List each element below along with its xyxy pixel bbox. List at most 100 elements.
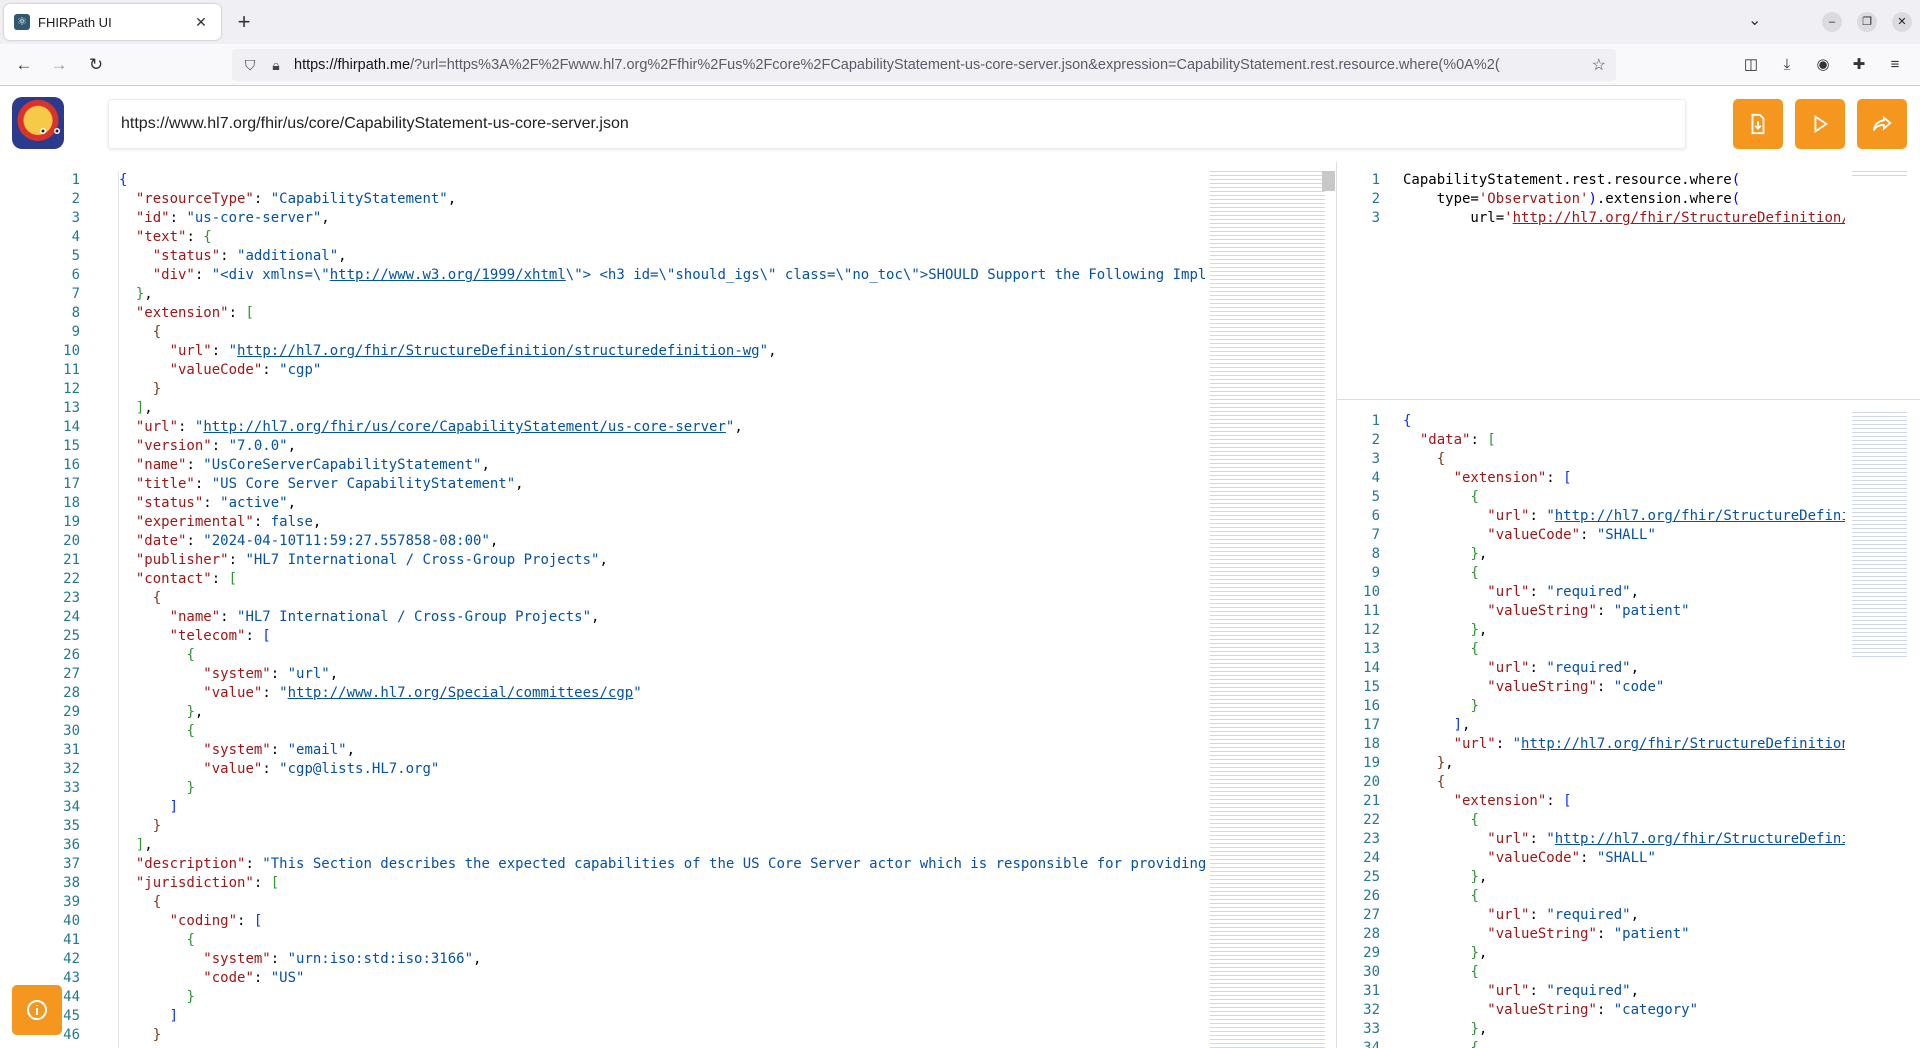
reload-icon[interactable]: ↻: [84, 53, 108, 77]
code-link[interactable]: http://www.hl7.org/Special/committees/cg…: [288, 685, 634, 701]
code-line[interactable]: 20 "date": "2024-04-10T11:59:27.557858-0…: [40, 532, 1212, 551]
code-line[interactable]: 14 "url": "http://hl7.org/fhir/us/core/C…: [40, 418, 1212, 437]
new-tab-icon[interactable]: +: [232, 10, 256, 34]
code-line[interactable]: 32 "valueString": "category": [1340, 1001, 1845, 1020]
download-button[interactable]: [1733, 99, 1783, 149]
code-line[interactable]: 10 "url": "required",: [1340, 583, 1845, 602]
code-line[interactable]: 9 {: [40, 323, 1212, 342]
code-line[interactable]: 26 {: [1340, 887, 1845, 906]
code-line[interactable]: 12 }: [40, 380, 1212, 399]
result-minimap[interactable]: [1852, 412, 1907, 657]
code-line[interactable]: 23 "url": "http://hl7.org/fhir/Structure…: [1340, 830, 1845, 849]
code-link[interactable]: http://hl7.org/fhir/StructureDefini: [1555, 831, 1845, 847]
code-line[interactable]: 24 "name": "HL7 International / Cross-Gr…: [40, 608, 1212, 627]
code-line[interactable]: 29 },: [40, 703, 1212, 722]
code-line[interactable]: 39 {: [40, 893, 1212, 912]
code-line[interactable]: 15 "version": "7.0.0",: [40, 437, 1212, 456]
code-line[interactable]: 26 {: [40, 646, 1212, 665]
code-line[interactable]: 19 "experimental": false,: [40, 513, 1212, 532]
code-line[interactable]: 1 CapabilityStatement.rest.resource.where…: [1340, 171, 1845, 190]
code-line[interactable]: 44 }: [40, 988, 1212, 1007]
code-line[interactable]: 8 "extension": [: [40, 304, 1212, 323]
close-window-icon[interactable]: ✕: [1892, 12, 1912, 32]
expression-minimap[interactable]: [1852, 171, 1907, 179]
browser-tab[interactable]: ⚛ FHIRPath UI ✕: [4, 4, 221, 40]
code-line[interactable]: 3 "id": "us-core-server",: [40, 209, 1212, 228]
code-line[interactable]: 16 }: [1340, 697, 1845, 716]
result-json-editor[interactable]: 1{2 "data": [3 {4 "extension": [5 {6 "ur…: [1340, 412, 1845, 1048]
code-line[interactable]: 3 {: [1340, 450, 1845, 469]
code-line[interactable]: 12 },: [1340, 621, 1845, 640]
code-line[interactable]: 6 "div": "<div xmlns=\"http://www.w3.org…: [40, 266, 1212, 285]
code-line[interactable]: 43 "code": "US": [40, 969, 1212, 988]
code-line[interactable]: 28 "value": "http://www.hl7.org/Special/…: [40, 684, 1212, 703]
resource-json-editor[interactable]: 1{2 "resourceType": "CapabilityStatement…: [40, 171, 1212, 1048]
code-line[interactable]: 40 "coding": [: [40, 912, 1212, 931]
code-line[interactable]: 32 "value": "cgp@lists.HL7.org": [40, 760, 1212, 779]
code-line[interactable]: 17 ],: [1340, 716, 1845, 735]
code-line[interactable]: 11 "valueString": "patient": [1340, 602, 1845, 621]
back-icon[interactable]: ←: [12, 53, 36, 77]
share-button[interactable]: [1857, 99, 1907, 149]
code-line[interactable]: 18 "url": "http://hl7.org/fhir/Structure…: [1340, 735, 1845, 754]
run-button[interactable]: [1795, 99, 1845, 149]
code-line[interactable]: 35 }: [40, 817, 1212, 836]
code-line[interactable]: 4 "extension": [: [1340, 469, 1845, 488]
code-line[interactable]: 34 ]: [40, 798, 1212, 817]
code-line[interactable]: 8 },: [1340, 545, 1845, 564]
panel-divider-vertical[interactable]: [1336, 162, 1337, 1048]
code-line[interactable]: 13 ],: [40, 399, 1212, 418]
bookmark-star-icon[interactable]: ☆: [1592, 55, 1606, 75]
code-line[interactable]: 27 "system": "url",: [40, 665, 1212, 684]
menu-icon[interactable]: ≡: [1884, 54, 1906, 76]
code-line[interactable]: 22 "contact": [: [40, 570, 1212, 589]
code-link[interactable]: http://hl7.org/fhir/StructureDefinition/: [1513, 210, 1845, 226]
json-minimap[interactable]: [1210, 171, 1325, 1048]
code-link[interactable]: http://www.w3.org/1999/xhtml: [330, 267, 566, 283]
code-line[interactable]: 24 "valueCode": "SHALL": [1340, 849, 1845, 868]
code-line[interactable]: 25 },: [1340, 868, 1845, 887]
code-link[interactable]: http://hl7.org/fhir/us/core/CapabilitySt…: [203, 419, 726, 435]
code-line[interactable]: 5 "status": "additional",: [40, 247, 1212, 266]
code-line[interactable]: 42 "system": "urn:iso:std:iso:3166",: [40, 950, 1212, 969]
code-line[interactable]: 33 }: [40, 779, 1212, 798]
chevron-down-icon[interactable]: ⌄: [1748, 10, 1761, 30]
code-line[interactable]: 11 "valueCode": "cgp": [40, 361, 1212, 380]
code-line[interactable]: 21 "publisher": "HL7 International / Cro…: [40, 551, 1212, 570]
address-text[interactable]: https://fhirpath.me/?url=https%3A%2F%2Fw…: [294, 57, 1584, 73]
code-line[interactable]: 37 "description": "This Section describe…: [40, 855, 1212, 874]
pocket-icon[interactable]: ◫: [1740, 54, 1762, 76]
address-bar[interactable]: ⛉ 🔒︎ https://fhirpath.me/?url=https%3A%2…: [232, 49, 1616, 81]
code-line[interactable]: 36 ],: [40, 836, 1212, 855]
code-line[interactable]: 33 },: [1340, 1020, 1845, 1039]
forward-icon[interactable]: →: [47, 53, 71, 77]
close-tab-icon[interactable]: ✕: [191, 14, 211, 31]
code-line[interactable]: 34 {: [1340, 1039, 1845, 1048]
minimize-icon[interactable]: –: [1822, 12, 1842, 32]
download-icon[interactable]: ⤓: [1776, 54, 1798, 76]
code-line[interactable]: 17 "title": "US Core Server CapabilitySt…: [40, 475, 1212, 494]
code-line[interactable]: 2 "data": [: [1340, 431, 1845, 450]
json-scrollbar[interactable]: [1322, 171, 1335, 191]
code-line[interactable]: 19 },: [1340, 754, 1845, 773]
code-line[interactable]: 7 "valueCode": "SHALL": [1340, 526, 1845, 545]
code-line[interactable]: 46 }: [40, 1026, 1212, 1045]
code-line[interactable]: 23 {: [40, 589, 1212, 608]
code-line[interactable]: 3 url='http://hl7.org/fhir/StructureDefi…: [1340, 209, 1845, 228]
code-line[interactable]: 29 },: [1340, 944, 1845, 963]
code-line[interactable]: 9 {: [1340, 564, 1845, 583]
code-line[interactable]: 5 {: [1340, 488, 1845, 507]
code-line[interactable]: 16 "name": "UsCoreServerCapabilityStatem…: [40, 456, 1212, 475]
code-line[interactable]: 45 ]: [40, 1007, 1212, 1026]
lock-icon[interactable]: 🔒︎: [268, 57, 284, 74]
code-line[interactable]: 2 type='Observation').extension.where(: [1340, 190, 1845, 209]
code-line[interactable]: 31 "url": "required",: [1340, 982, 1845, 1001]
code-line[interactable]: 4 "text": {: [40, 228, 1212, 247]
code-line[interactable]: 25 "telecom": [: [40, 627, 1212, 646]
panel-divider-horizontal[interactable]: [1337, 399, 1920, 400]
code-line[interactable]: 18 "status": "active",: [40, 494, 1212, 513]
code-link[interactable]: http://hl7.org/fhir/StructureDefinition: [1521, 736, 1845, 752]
code-line[interactable]: 21 "extension": [: [1340, 792, 1845, 811]
fhirpath-expression-editor[interactable]: 1 CapabilityStatement.rest.resource.where…: [1340, 171, 1845, 231]
restore-icon[interactable]: ❐: [1857, 12, 1877, 32]
